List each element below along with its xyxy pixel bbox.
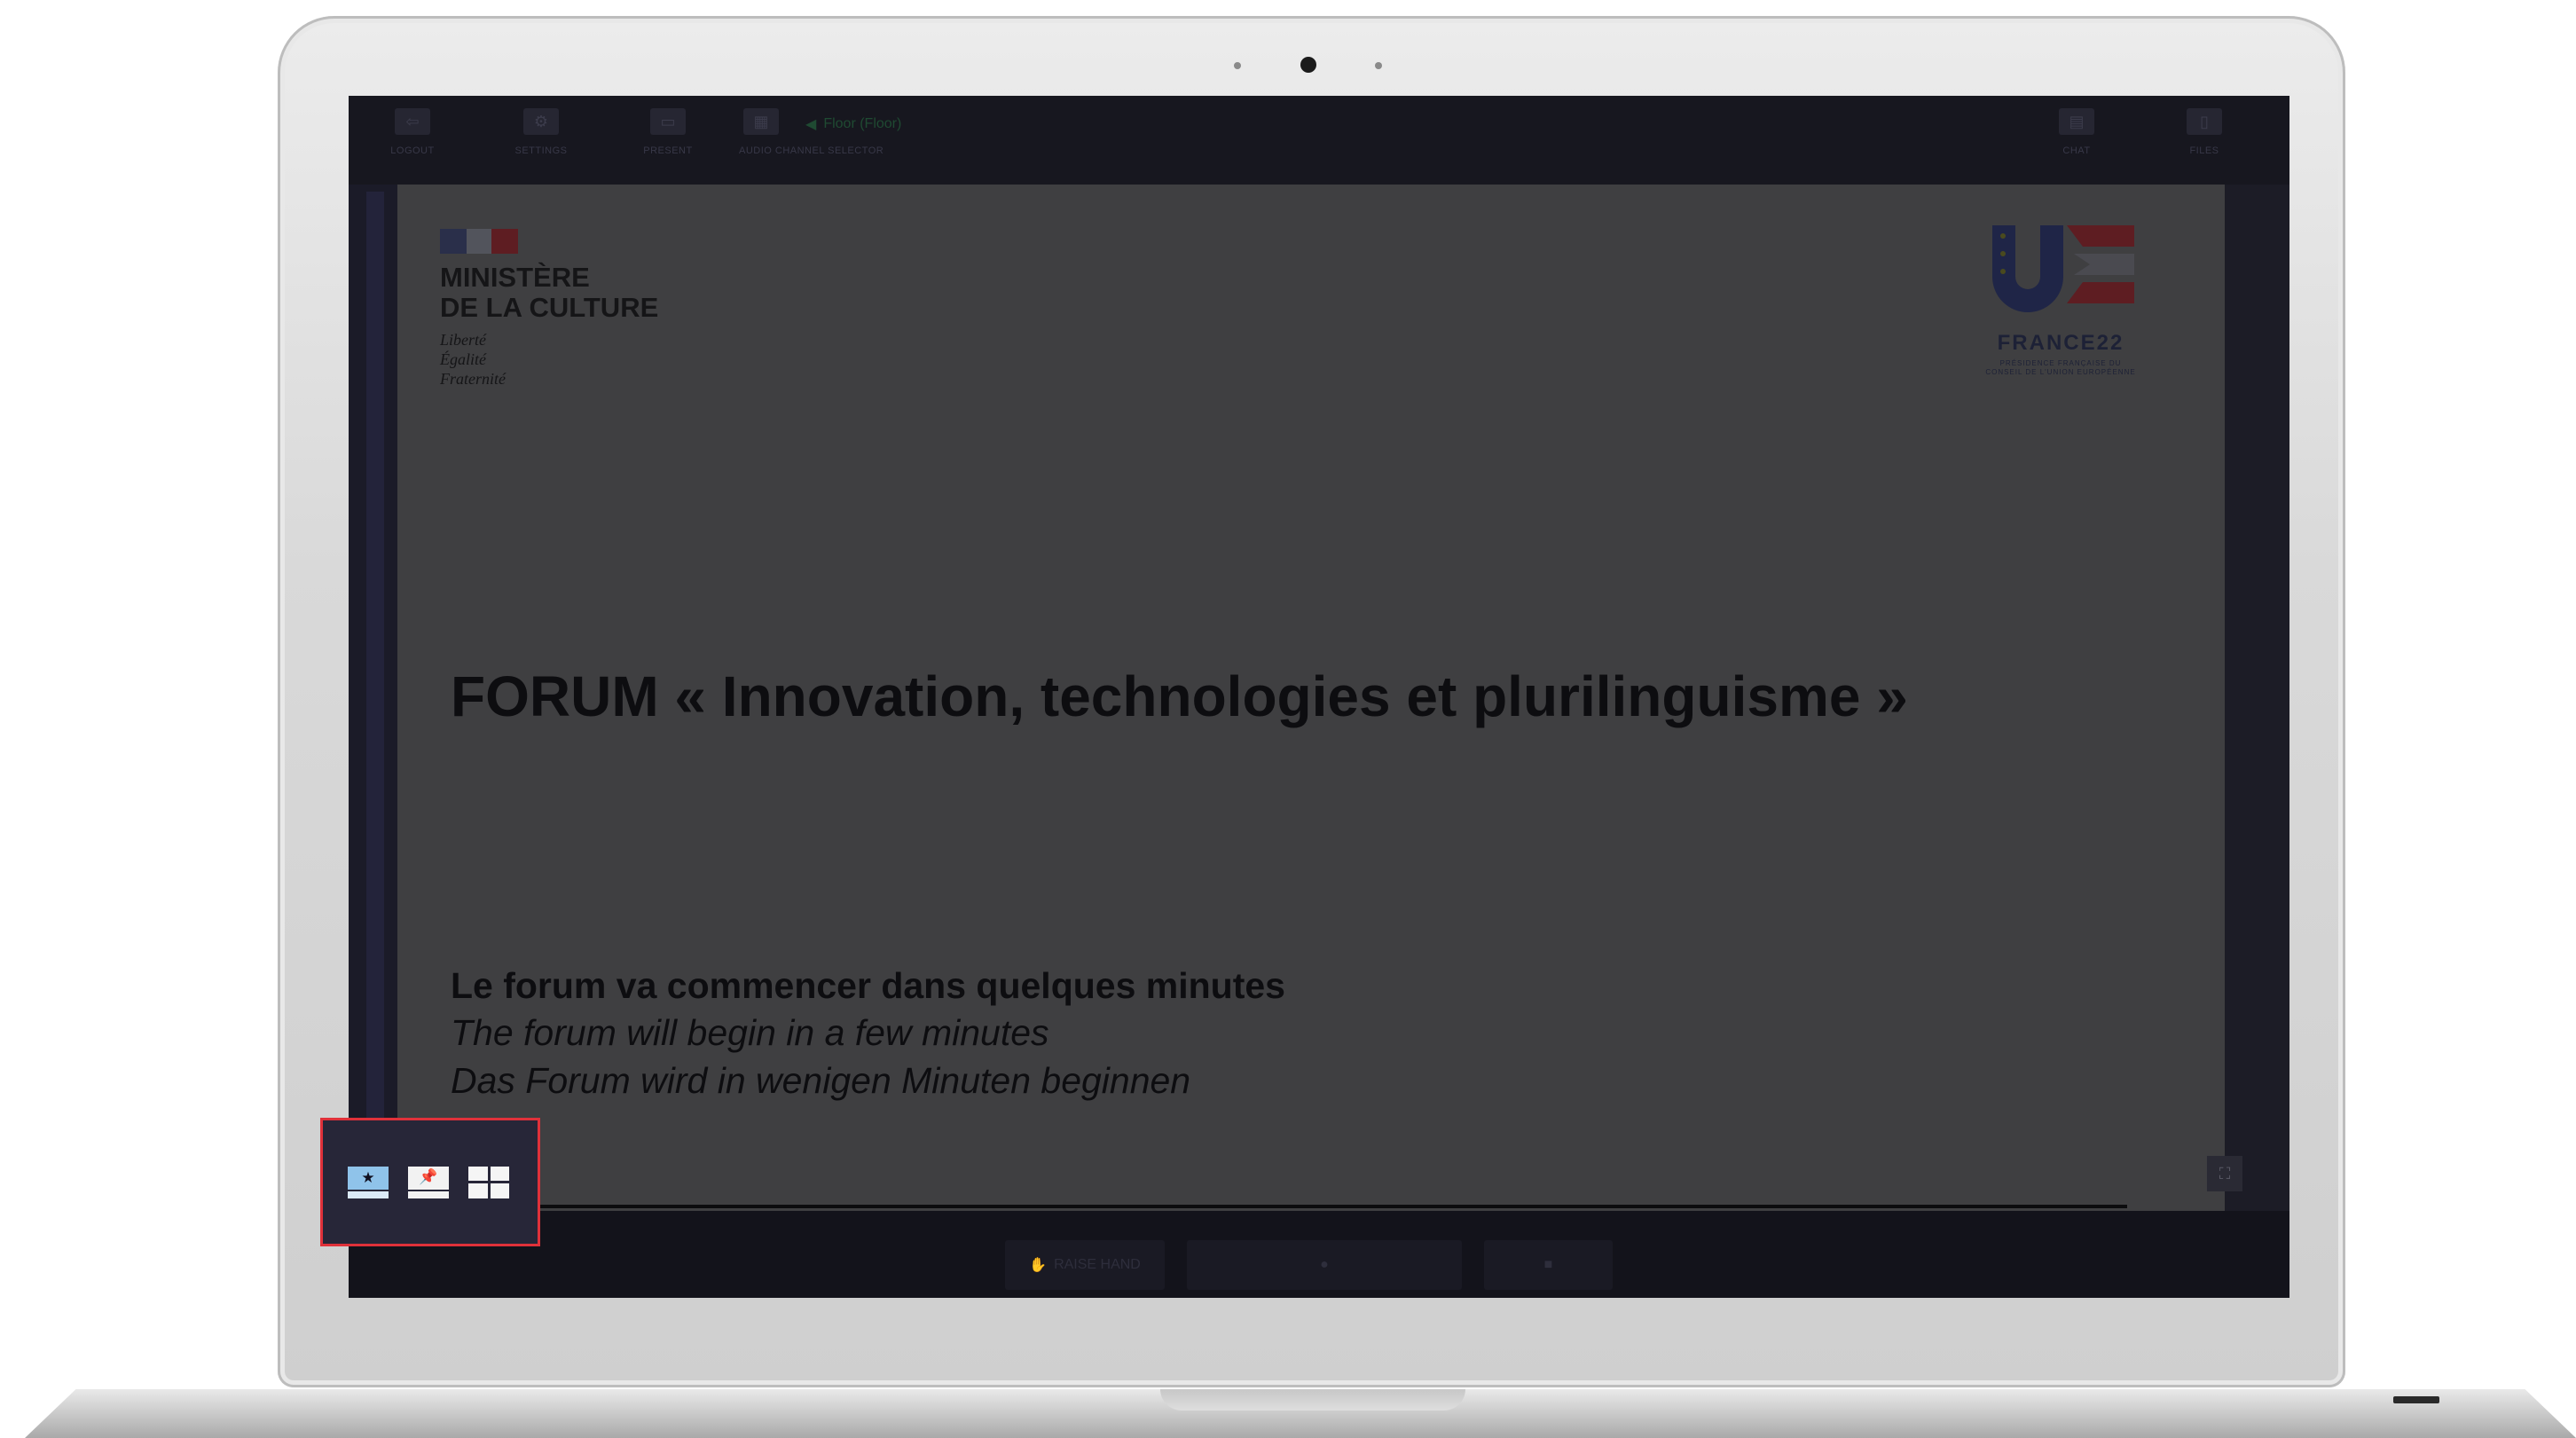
logout-icon: ⇦ (395, 108, 430, 135)
republic-motto: Liberté Égalité Fraternité (440, 331, 506, 388)
stage-margin (2225, 185, 2289, 1298)
microphone-button[interactable]: ● (1187, 1240, 1462, 1290)
grid-icon (468, 1166, 488, 1181)
forum-title: FORUM « Innovation, technologies et plur… (451, 664, 1908, 728)
speaker-icon: ◀ (805, 117, 817, 132)
files-button[interactable]: ▯ FILES (2151, 108, 2258, 179)
audio-channel-value[interactable]: ◀ Floor (Floor) (805, 115, 901, 133)
raise-hand-button[interactable]: ✋ RAISE HAND (1005, 1240, 1165, 1290)
laptop-port (2393, 1396, 2439, 1403)
webcam (1300, 57, 1316, 73)
microphone-icon: ● (1320, 1257, 1329, 1272)
speaker-view-button[interactable]: ★ (348, 1166, 389, 1198)
hand-icon: ✋ (1029, 1258, 1048, 1273)
fullscreen-icon: ⛶ (2219, 1164, 2231, 1183)
chat-button[interactable]: ▤ CHAT (2023, 108, 2130, 179)
ministry-name-line1: MINISTÈRE (440, 262, 590, 293)
grid-view-button[interactable] (468, 1166, 509, 1198)
logout-button[interactable]: ⇦ LOGOUT (359, 108, 466, 179)
france22-ue-logo: FRANCE22 PRÉSIDENCE FRANÇAISE DU CONSEIL… (1985, 224, 2136, 377)
fullscreen-button[interactable]: ⛶ (2207, 1156, 2242, 1191)
top-toolbar: ⇦ LOGOUT ⚙ SETTINGS ▭ PRESENT ▦ AUDIO CH… (349, 96, 2289, 185)
marianne-flag-icon (440, 229, 518, 254)
camera-button[interactable]: ■ (1484, 1240, 1613, 1290)
ue-emblem-icon (1992, 225, 2134, 312)
camera-icon: ■ (1543, 1257, 1553, 1272)
gear-icon: ⚙ (523, 108, 559, 135)
files-icon: ▯ (2187, 108, 2222, 135)
pinned-view-button[interactable]: 📌 (408, 1166, 449, 1198)
france22-text: FRANCE22 (1997, 331, 2124, 355)
present-button[interactable]: ▭ PRESENT (615, 108, 721, 179)
ministry-name-line2: DE LA CULTURE (440, 292, 659, 323)
pin-icon: 📌 (419, 1167, 438, 1185)
camera-sensor-left (1234, 62, 1241, 69)
star-icon: ★ (351, 1168, 385, 1187)
laptop-notch (1160, 1389, 1465, 1410)
camera-sensor-right (1375, 62, 1382, 69)
chat-icon: ▤ (2059, 108, 2094, 135)
slide-divider (451, 1205, 2127, 1208)
audio-channel-icon: ▦ (743, 108, 779, 135)
ministere-culture-logo: MINISTÈRE DE LA CULTURE Liberté Égalité … (440, 229, 658, 389)
subtitle-english: The forum will begin in a few minutes (451, 1012, 1049, 1053)
present-icon: ▭ (650, 108, 686, 135)
settings-button[interactable]: ⚙ SETTINGS (488, 108, 594, 179)
subtitle-french: Le forum va commencer dans quelques minu… (451, 965, 1285, 1006)
participants-strip (366, 192, 384, 1194)
shared-slide: MINISTÈRE DE LA CULTURE Liberté Égalité … (397, 185, 2225, 1211)
app-screen: ⇦ LOGOUT ⚙ SETTINGS ▭ PRESENT ▦ AUDIO CH… (349, 96, 2289, 1298)
presidency-subtext: PRÉSIDENCE FRANÇAISE DU CONSEIL DE L'UNI… (1985, 359, 2136, 376)
layout-switcher: ★ 📌 (320, 1118, 540, 1246)
subtitle-german: Das Forum wird in wenigen Minuten beginn… (451, 1060, 1191, 1101)
